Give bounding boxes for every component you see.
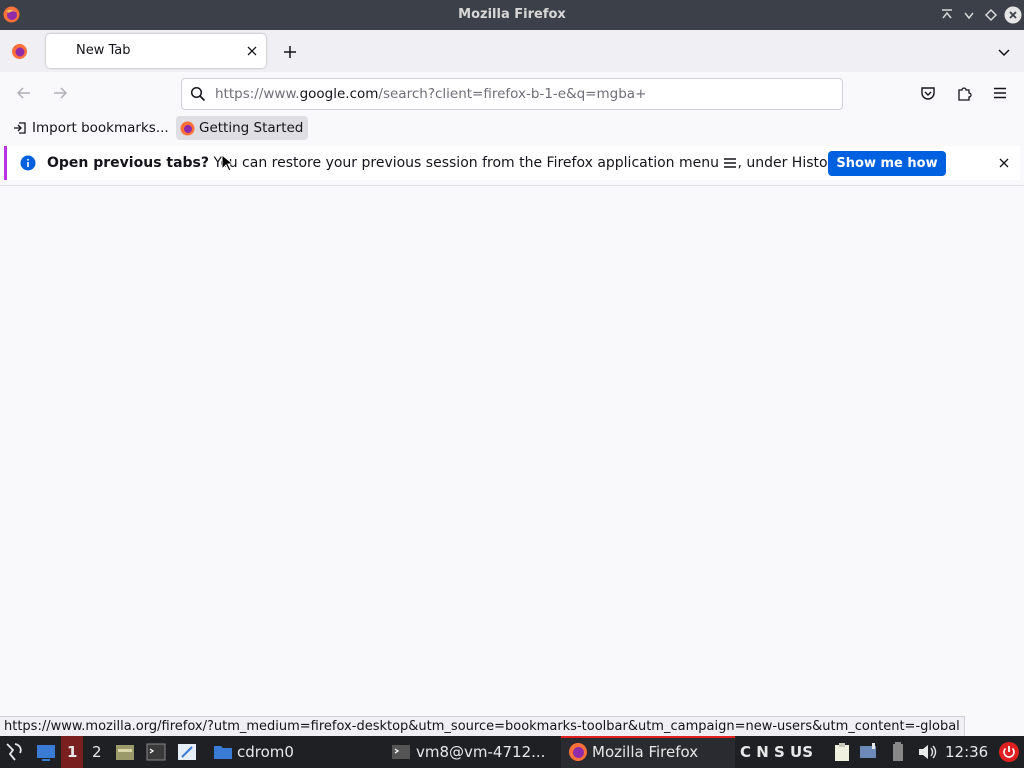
url-bar[interactable]: https://www.google.com/search?client=fir…	[181, 78, 843, 110]
firefox-view-icon[interactable]	[11, 43, 28, 60]
taskbar-firefox-label: Mozilla Firefox	[592, 743, 699, 761]
notification-body: You can restore your previous session fr…	[209, 155, 724, 171]
bookmark-getting-started-label: Getting Started	[199, 120, 304, 136]
window-titlebar: Mozilla Firefox	[0, 0, 1024, 30]
wm-maximize-icon[interactable]	[938, 6, 956, 24]
workspace-2-label[interactable]: 2	[92, 736, 102, 768]
power-icon[interactable]	[998, 741, 1020, 763]
wm-close-icon[interactable]	[1004, 6, 1022, 24]
bookmark-getting-started[interactable]: Getting Started	[176, 116, 309, 140]
forward-arrow-icon[interactable]	[51, 84, 69, 102]
tab-label: New Tab	[76, 43, 131, 58]
show-me-how-button[interactable]: Show me how	[828, 151, 946, 176]
cdrom-folder-icon[interactable]	[212, 741, 234, 763]
tray-indicators[interactable]: C N S US	[740, 736, 813, 768]
clipboard-icon[interactable]	[831, 741, 853, 763]
link-status-bar: https://www.mozilla.org/firefox/?utm_med…	[0, 716, 965, 738]
start-menu-icon[interactable]	[3, 741, 25, 763]
taskbar-firefox-icon	[567, 741, 589, 763]
terminal-launcher-icon[interactable]	[145, 741, 167, 763]
import-icon	[12, 120, 28, 136]
show-desktop-icon[interactable]	[35, 741, 57, 763]
notification-close-icon[interactable]	[996, 155, 1012, 171]
wm-minimize-icon[interactable]	[960, 6, 978, 24]
back-arrow-icon[interactable]	[15, 84, 33, 102]
notification-title: Open previous tabs?	[47, 155, 210, 171]
tab-new-tab[interactable]: New Tab	[46, 34, 266, 68]
app-menu-icon	[723, 157, 737, 169]
tab-close-icon[interactable]	[244, 43, 260, 59]
new-tab-plus-icon[interactable]	[281, 43, 299, 61]
wm-shade-icon[interactable]	[982, 6, 1000, 24]
mouse-cursor-icon	[221, 154, 233, 172]
url-text[interactable]: https://www.google.com/search?client=fir…	[215, 79, 646, 109]
list-all-tabs-chevron-icon[interactable]	[995, 43, 1013, 61]
file-manager-icon[interactable]	[114, 741, 136, 763]
search-icon	[190, 86, 206, 102]
network-icon[interactable]	[857, 741, 879, 763]
taskbar-terminal-label[interactable]: vm8@vm-4712...	[416, 736, 545, 768]
battery-icon[interactable]	[887, 741, 909, 763]
volume-icon[interactable]	[916, 741, 938, 763]
extensions-puzzle-icon[interactable]	[955, 84, 973, 102]
hamburger-menu-icon[interactable]	[991, 84, 1009, 102]
taskbar-cdrom-label[interactable]: cdrom0	[237, 736, 294, 768]
info-icon	[20, 155, 36, 171]
firefox-favicon-icon	[180, 121, 195, 136]
notification-message: Open previous tabs? You can restore your…	[47, 146, 844, 180]
restore-session-notification: Open previous tabs? You can restore your…	[4, 146, 1020, 180]
bookmark-import[interactable]: Import bookmarks...	[8, 116, 173, 140]
page-content[interactable]	[0, 186, 1024, 716]
clock[interactable]: 12:36	[945, 736, 988, 768]
bookmark-import-label: Import bookmarks...	[32, 120, 169, 136]
terminal-window-icon[interactable]	[390, 741, 412, 763]
window-title: Mozilla Firefox	[458, 7, 566, 22]
workspace-1-label: 1	[67, 743, 78, 761]
text-editor-icon[interactable]	[176, 741, 198, 763]
pocket-icon[interactable]	[919, 84, 937, 102]
